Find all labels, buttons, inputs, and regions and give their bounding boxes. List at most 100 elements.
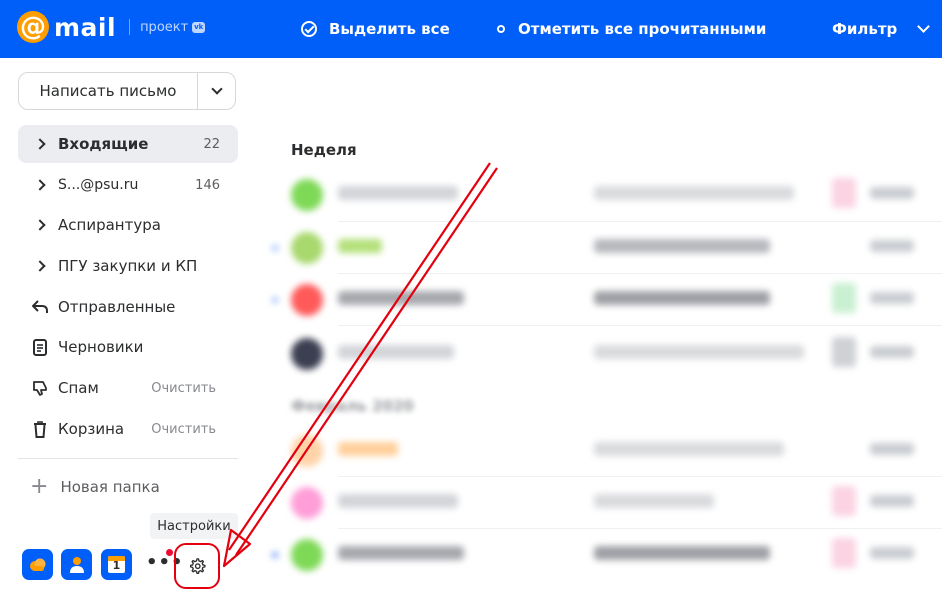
message-row[interactable] xyxy=(276,424,942,476)
sidebar-item-sent[interactable]: Отправленные xyxy=(18,288,238,326)
folder-label: Отправленные xyxy=(58,298,176,316)
person-icon xyxy=(69,556,84,573)
cloud-app-button[interactable] xyxy=(22,549,53,580)
avatar xyxy=(291,232,323,264)
sender-redacted xyxy=(338,546,464,560)
message-row[interactable] xyxy=(272,273,942,325)
chevron-down-icon xyxy=(210,83,223,95)
unread-dot xyxy=(272,552,278,558)
calendar-app-button[interactable]: 1 xyxy=(101,549,132,580)
unread-dot-icon xyxy=(497,25,505,33)
avatar xyxy=(291,539,323,571)
date-redacted xyxy=(870,346,914,358)
folder-label: Аспирантура xyxy=(58,216,161,234)
subject-redacted xyxy=(594,239,770,253)
message-row[interactable] xyxy=(276,476,942,528)
sender-redacted xyxy=(338,494,458,508)
subject-redacted xyxy=(594,345,804,359)
reply-icon xyxy=(26,300,54,314)
unread-dot xyxy=(272,245,278,251)
sender-redacted xyxy=(338,186,458,200)
mail-logo[interactable]: @ mail проект vk xyxy=(17,11,206,43)
new-folder-button[interactable]: + Новая папка xyxy=(30,476,160,498)
select-all-label: Выделить все xyxy=(329,20,450,38)
compose-dropdown-button[interactable] xyxy=(198,83,235,95)
subject-redacted xyxy=(594,186,794,200)
sidebar-item-inbox[interactable]: Входящие 22 xyxy=(18,125,238,163)
section-month-title: Февраль 2020 xyxy=(291,397,414,415)
folder-label: S...@psu.ru xyxy=(58,177,139,193)
vk-badge: vk xyxy=(192,21,206,33)
mark-all-read-button[interactable]: Отметить все прочитанными xyxy=(497,0,766,58)
section-week-title: Неделя xyxy=(291,141,357,159)
mark-all-read-label: Отметить все прочитанными xyxy=(518,20,767,38)
subject-redacted xyxy=(594,442,784,456)
attachment-thumb xyxy=(832,337,856,367)
message-row[interactable] xyxy=(272,528,942,580)
gear-icon xyxy=(189,558,206,575)
sender-redacted xyxy=(338,345,454,359)
sidebar-item-psu[interactable]: S...@psu.ru 146 xyxy=(18,166,238,204)
subject-redacted xyxy=(594,494,714,508)
avatar xyxy=(291,284,323,316)
chevron-down-icon xyxy=(917,20,931,33)
compose-control: Написать письмо xyxy=(18,72,236,110)
sidebar-item-aspirantura[interactable]: Аспирантура xyxy=(18,206,238,244)
chevron-right-icon[interactable] xyxy=(26,179,54,191)
settings-button[interactable] xyxy=(174,543,220,589)
sender-redacted xyxy=(338,291,464,305)
clear-spam-button[interactable]: Очистить xyxy=(151,381,216,396)
folder-label: Корзина xyxy=(58,420,125,438)
draft-icon xyxy=(26,338,54,356)
avatar xyxy=(291,487,323,519)
top-header: @ mail проект vk Выделить все Отметить в… xyxy=(0,0,942,58)
attachment-thumb xyxy=(832,178,856,208)
folder-label: Входящие xyxy=(58,135,149,153)
date-redacted xyxy=(870,292,914,304)
settings-tooltip: Настройки xyxy=(150,513,238,539)
subject-redacted xyxy=(594,291,770,305)
chevron-right-icon[interactable] xyxy=(26,219,54,231)
avatar xyxy=(291,338,323,370)
logo-divider xyxy=(129,19,131,35)
filter-button[interactable]: Фильтр xyxy=(832,0,931,58)
attachment-thumb xyxy=(832,283,856,313)
unread-count: 146 xyxy=(195,177,220,193)
chevron-right-icon[interactable] xyxy=(26,260,54,272)
avatar xyxy=(291,179,323,211)
sidebar-item-trash[interactable]: Корзина Очистить xyxy=(18,410,238,448)
attachment-thumb xyxy=(832,538,856,568)
avatar xyxy=(291,435,323,467)
contacts-app-button[interactable] xyxy=(61,549,92,580)
date-redacted xyxy=(870,495,914,507)
check-circle-icon xyxy=(301,21,317,37)
new-folder-label: Новая папка xyxy=(60,478,160,496)
sidebar-item-spam[interactable]: Спам Очистить xyxy=(18,369,238,407)
message-row[interactable] xyxy=(276,327,942,379)
unread-count: 22 xyxy=(203,136,220,152)
sidebar-divider xyxy=(18,458,238,459)
sidebar-item-drafts[interactable]: Черновики xyxy=(18,328,238,366)
filter-label: Фильтр xyxy=(832,20,898,38)
folder-label: Черновики xyxy=(58,338,144,356)
cloud-icon xyxy=(29,558,45,571)
sidebar-item-pgu-zakupki[interactable]: ПГУ закупки и КП xyxy=(18,247,238,285)
notification-dot xyxy=(166,549,173,556)
sender-redacted xyxy=(338,442,398,456)
project-label: проект xyxy=(140,19,189,35)
compose-button[interactable]: Написать письмо xyxy=(19,82,197,100)
date-redacted xyxy=(870,240,914,252)
message-row[interactable] xyxy=(272,221,942,273)
date-redacted xyxy=(870,187,914,199)
date-redacted xyxy=(870,547,914,559)
folder-label: Спам xyxy=(58,379,99,397)
sender-redacted xyxy=(338,239,382,253)
message-row[interactable] xyxy=(276,168,942,220)
select-all-button[interactable]: Выделить все xyxy=(301,0,450,58)
at-logo-icon: @ xyxy=(17,11,49,43)
thumb-down-icon xyxy=(26,380,54,396)
chevron-right-icon[interactable] xyxy=(26,138,54,150)
calendar-icon: 1 xyxy=(108,556,125,573)
date-redacted xyxy=(870,443,914,455)
clear-trash-button[interactable]: Очистить xyxy=(151,422,216,437)
